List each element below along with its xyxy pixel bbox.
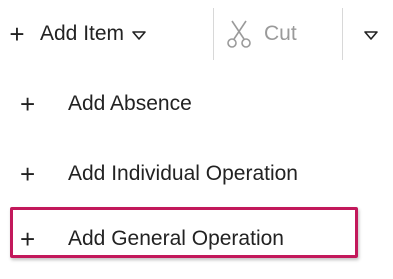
plus-icon: + xyxy=(20,224,36,254)
add-item-dropdown-view: + Add Item Cut + Add Absence + Add Indiv… xyxy=(0,0,393,279)
caret-down-icon xyxy=(132,31,146,40)
add-item-button[interactable]: + Add Item xyxy=(6,10,208,58)
cut-button[interactable]: Cut xyxy=(226,10,326,58)
add-item-label: Add Item xyxy=(40,22,125,45)
add-item-menu: + Add Absence + Add Individual Operation… xyxy=(0,68,393,279)
caret-down-icon xyxy=(364,31,378,40)
menu-item-add-general-operation[interactable]: + Add General Operation xyxy=(0,215,393,263)
more-dropdown-button[interactable] xyxy=(356,10,386,58)
cut-label: Cut xyxy=(264,22,297,45)
menu-item-add-absence[interactable]: + Add Absence xyxy=(0,80,393,128)
toolbar-separator xyxy=(213,8,214,60)
plus-icon: + xyxy=(20,89,36,119)
plus-icon: + xyxy=(9,19,25,49)
menu-item-add-individual-operation[interactable]: + Add Individual Operation xyxy=(0,150,393,198)
toolbar-separator xyxy=(342,8,343,60)
plus-icon: + xyxy=(20,159,36,189)
menu-item-label: Add General Operation xyxy=(68,227,284,250)
scissors-icon xyxy=(227,20,251,48)
toolbar: + Add Item Cut xyxy=(0,0,393,68)
menu-item-label: Add Individual Operation xyxy=(68,162,298,185)
menu-item-label: Add Absence xyxy=(68,92,192,115)
